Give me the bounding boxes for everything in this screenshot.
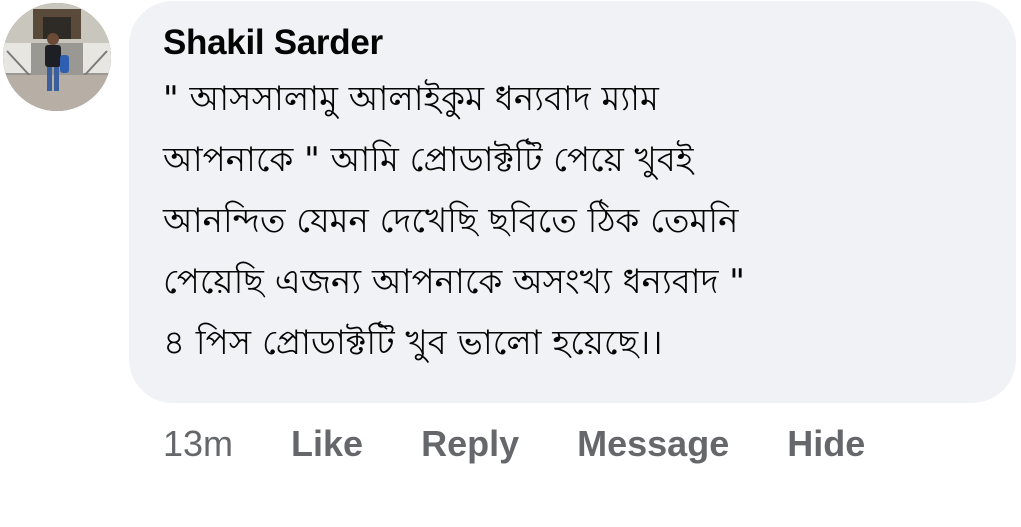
comment-bubble: Shakil Sarder " আসসালামু আলাইকুম ধন্যবাদ… [129,1,1016,403]
message-button[interactable]: Message [577,423,729,465]
comment-text-line: " আসসালামু আলাইকুম ধন্যবাদ ম্যাম [163,79,659,119]
comment-text-line: ৪ পিস প্রোডাক্টটি খুব ভালো হয়েছে।। [163,323,663,363]
comment-actions: 13m Like Reply Message Hide [163,420,865,468]
comment-timestamp[interactable]: 13m [163,423,233,465]
reply-button[interactable]: Reply [421,423,519,465]
comment-author[interactable]: Shakil Sarder [163,21,992,65]
like-button[interactable]: Like [291,423,363,465]
hide-button[interactable]: Hide [787,423,865,465]
avatar[interactable] [3,3,111,111]
comment-text-line: আনন্দিত যেমন দেখেছি ছবিতে ঠিক তেমনি [163,201,739,241]
profile-photo [3,3,111,111]
comment-text-line: আপনাকে " আমি প্রোডাক্টটি পেয়ে খুবই [163,140,694,180]
comment-text-line: পেয়েছি এজন্য আপনাকে অসংখ্য ধন্যবাদ " [163,262,745,302]
